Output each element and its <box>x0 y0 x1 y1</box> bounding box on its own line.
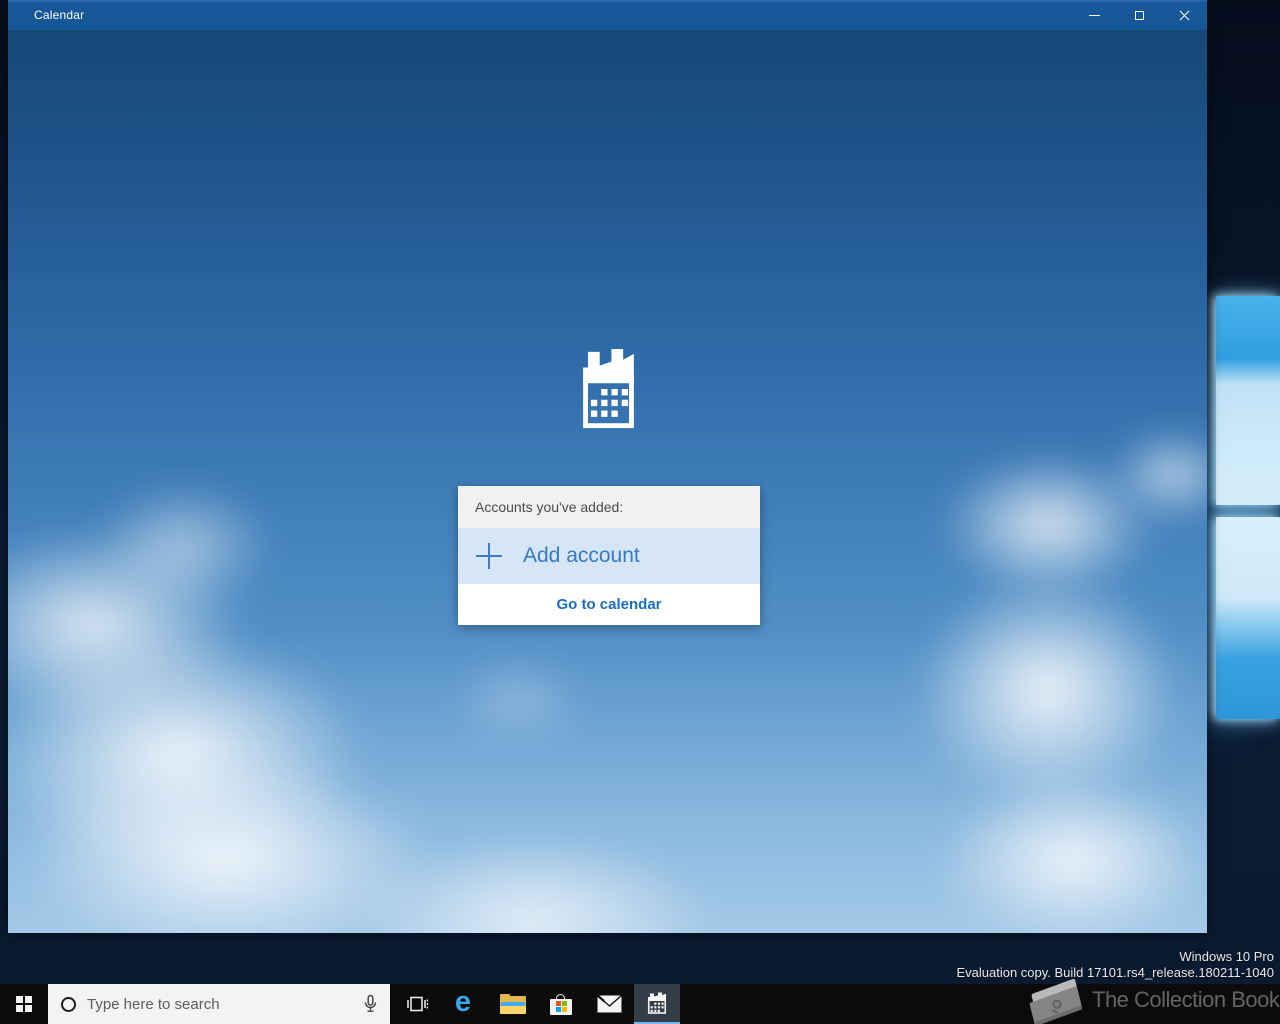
accounts-dialog: Accounts you've added: Add account Go to… <box>458 486 760 625</box>
sky-background: Accounts you've added: Add account Go to… <box>8 30 1207 933</box>
haze-overlay <box>8 633 1207 933</box>
screen: Windows 10 Pro Evaluation copy. Build 17… <box>0 0 1280 1024</box>
wallpaper-window-pane <box>1216 517 1280 719</box>
titlebar[interactable]: Calendar <box>8 0 1207 30</box>
add-account-button[interactable]: Add account <box>458 528 760 584</box>
close-icon <box>1178 9 1191 22</box>
minimize-button[interactable] <box>1072 0 1117 30</box>
maximize-icon <box>1135 10 1144 20</box>
close-button[interactable] <box>1162 0 1207 30</box>
microphone-icon[interactable] <box>363 994 378 1014</box>
minimize-icon <box>1089 14 1100 16</box>
search-input[interactable] <box>76 995 363 1013</box>
edition-watermark-line1: Windows 10 Pro <box>1179 949 1274 964</box>
calendar-icon <box>647 992 667 1014</box>
edition-watermark-line2: Evaluation copy. Build 17101.rs4_release… <box>956 965 1274 980</box>
edition-watermark: Windows 10 Pro Evaluation copy. Build 17… <box>956 949 1274 981</box>
accounts-header-row: Accounts you've added: <box>458 486 760 528</box>
wallpaper-window-pane <box>1216 296 1280 505</box>
add-account-label: Add account <box>523 544 640 567</box>
go-to-calendar-row: Go to calendar <box>458 584 760 625</box>
calendar-app-window: Accounts you've added: Add account Go to… <box>8 0 1207 933</box>
task-view-button[interactable] <box>394 984 440 1024</box>
start-button[interactable] <box>0 984 48 1024</box>
mail-button[interactable] <box>586 984 632 1024</box>
plus-icon <box>476 543 502 569</box>
window-controls <box>1072 0 1207 30</box>
cloud <box>58 460 308 630</box>
search-circle-icon <box>61 996 76 1012</box>
accounts-header-label: Accounts you've added: <box>475 499 624 515</box>
store-button[interactable] <box>538 984 584 1024</box>
window-title: Calendar <box>34 8 85 22</box>
edge-browser-icon: e <box>454 986 472 1018</box>
taskbar-search <box>48 984 390 1024</box>
file-explorer-button[interactable] <box>490 984 536 1024</box>
go-to-calendar-link[interactable]: Go to calendar <box>556 596 661 613</box>
calendar-taskbar-button[interactable] <box>634 984 680 1024</box>
edge-button[interactable]: e <box>440 984 486 1024</box>
mail-envelope-icon <box>596 995 622 1013</box>
windows-logo-icon <box>16 996 32 1012</box>
folder-icon <box>500 994 526 1014</box>
task-view-icon <box>407 996 428 1012</box>
calendar-app-icon <box>583 348 634 429</box>
store-bag-icon <box>550 993 572 1015</box>
maximize-button[interactable] <box>1117 0 1162 30</box>
